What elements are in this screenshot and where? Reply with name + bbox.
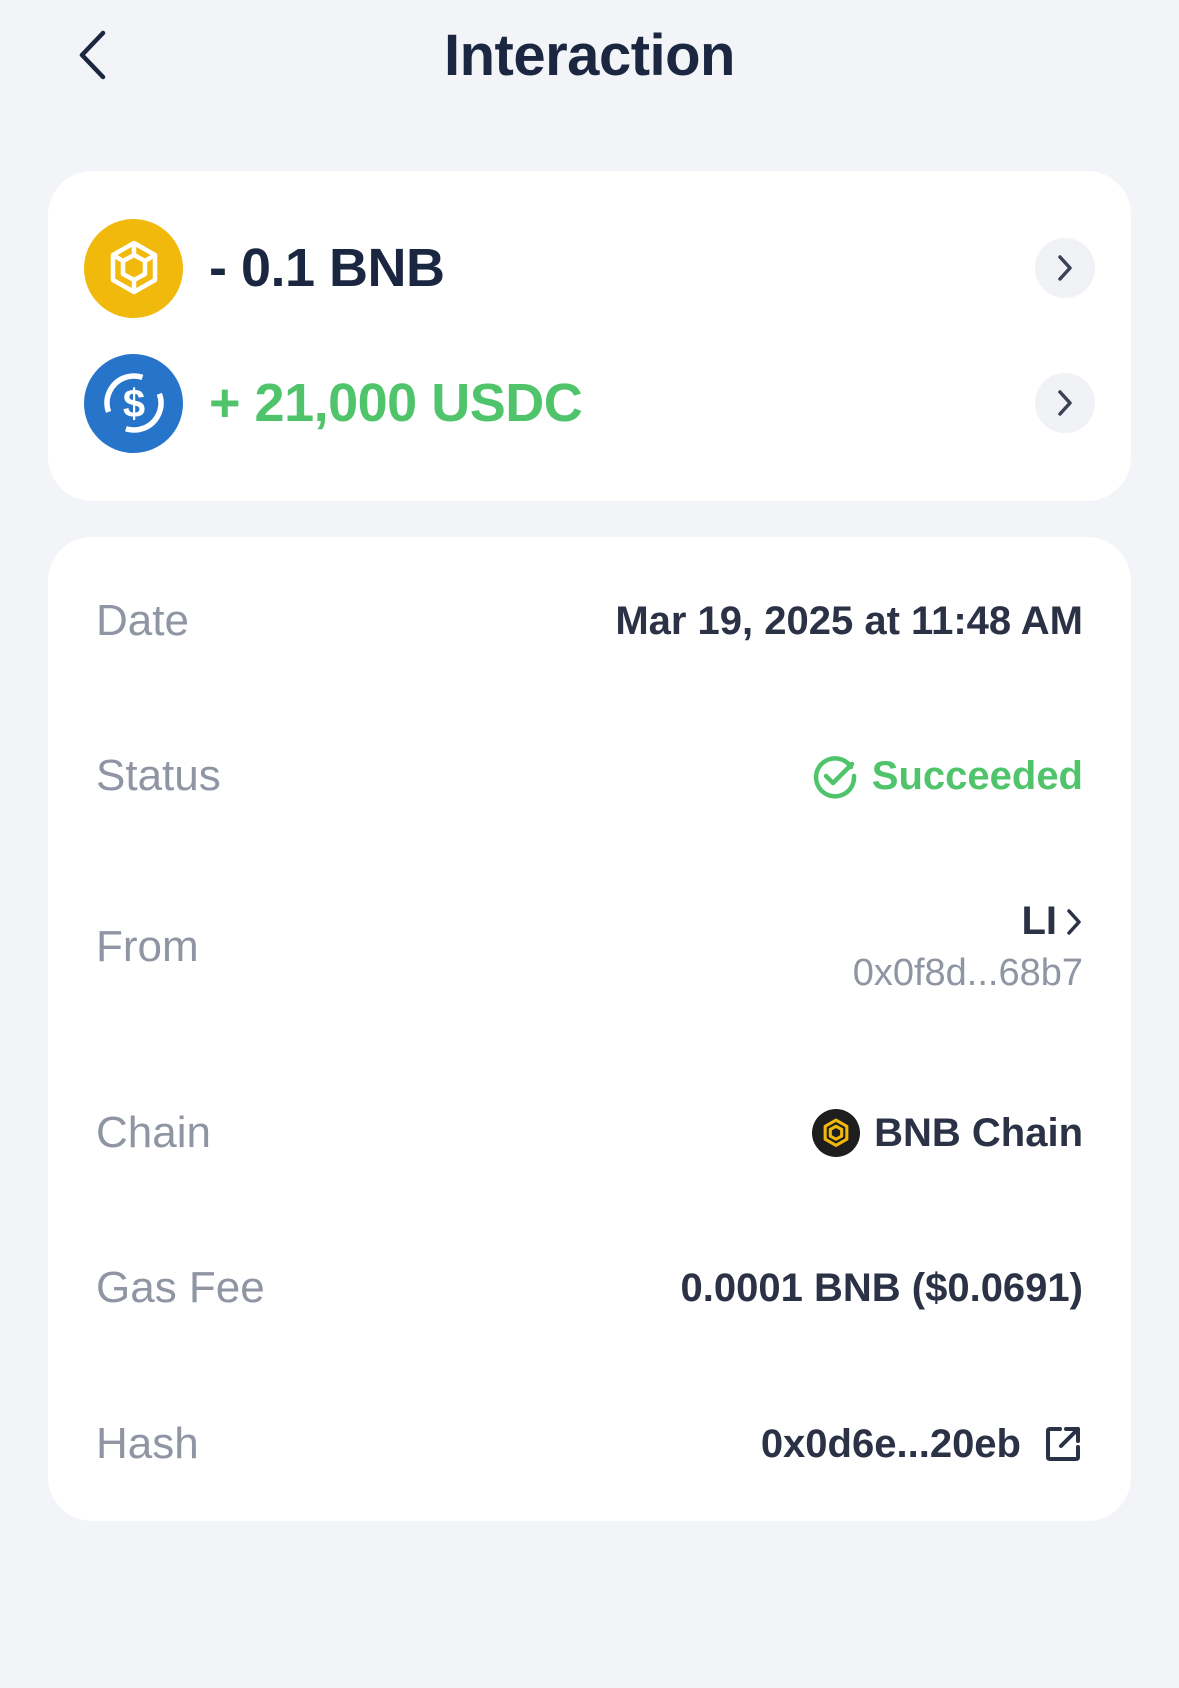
detail-row-from: From LI 0x0f8d...68b7 [96, 887, 1083, 1007]
svg-text:$: $ [122, 382, 144, 426]
detail-row-hash: Hash 0x0d6e...20eb [96, 1404, 1083, 1484]
amount-usdc-detail-button[interactable] [1035, 373, 1095, 433]
chain-label: Chain [96, 1108, 211, 1157]
amount-row-bnb[interactable]: - 0.1 BNB [84, 218, 1095, 318]
from-name-link[interactable]: LI [1021, 899, 1083, 944]
usdc-icon: $ [84, 353, 183, 453]
details-card: Date Mar 19, 2025 at 11:48 AM Status Suc… [48, 537, 1131, 1521]
amount-received: + 21,000 USDC [209, 373, 583, 433]
detail-row-gas-fee: Gas Fee 0.0001 BNB ($0.0691) [96, 1248, 1083, 1328]
gas-fee-label: Gas Fee [96, 1263, 265, 1312]
hash-label: Hash [96, 1419, 199, 1468]
page-title: Interaction [444, 23, 736, 88]
amounts-card: - 0.1 BNB $ + 21,000 USDC [48, 171, 1131, 501]
status-badge: Succeeded [812, 753, 1083, 799]
detail-row-date: Date Mar 19, 2025 at 11:48 AM [96, 581, 1083, 661]
from-address: 0x0f8d...68b7 [852, 952, 1083, 994]
check-circle-icon [813, 756, 857, 799]
status-label: Status [96, 751, 221, 800]
from-label: From [96, 922, 199, 971]
from-name: LI [1021, 899, 1057, 943]
bnb-chain-icon [812, 1109, 861, 1157]
detail-row-status: Status Succeeded [96, 736, 1083, 816]
gas-fee-value: 0.0001 BNB ($0.0691) [680, 1265, 1083, 1310]
date-value: Mar 19, 2025 at 11:48 AM [615, 598, 1083, 643]
chain-value-group: BNB Chain [812, 1109, 1083, 1157]
status-value: Succeeded [871, 753, 1083, 798]
amount-row-usdc[interactable]: $ + 21,000 USDC [84, 353, 1095, 453]
detail-row-chain: Chain BNB Chain [96, 1093, 1083, 1173]
chevron-right-icon [1067, 908, 1081, 935]
hash-link[interactable]: 0x0d6e...20eb [761, 1422, 1083, 1467]
chain-value: BNB Chain [874, 1110, 1083, 1155]
external-link-icon [1046, 1427, 1080, 1461]
date-label: Date [96, 596, 189, 645]
bnb-icon [84, 218, 183, 318]
chevron-right-icon [1058, 390, 1072, 416]
hash-value: 0x0d6e...20eb [760, 1421, 1021, 1466]
header: Interaction [0, 0, 1179, 120]
amount-sent: - 0.1 BNB [209, 238, 445, 298]
from-block: LI 0x0f8d...68b7 [853, 899, 1083, 995]
chevron-right-icon [1058, 255, 1072, 281]
amount-bnb-detail-button[interactable] [1035, 238, 1095, 298]
